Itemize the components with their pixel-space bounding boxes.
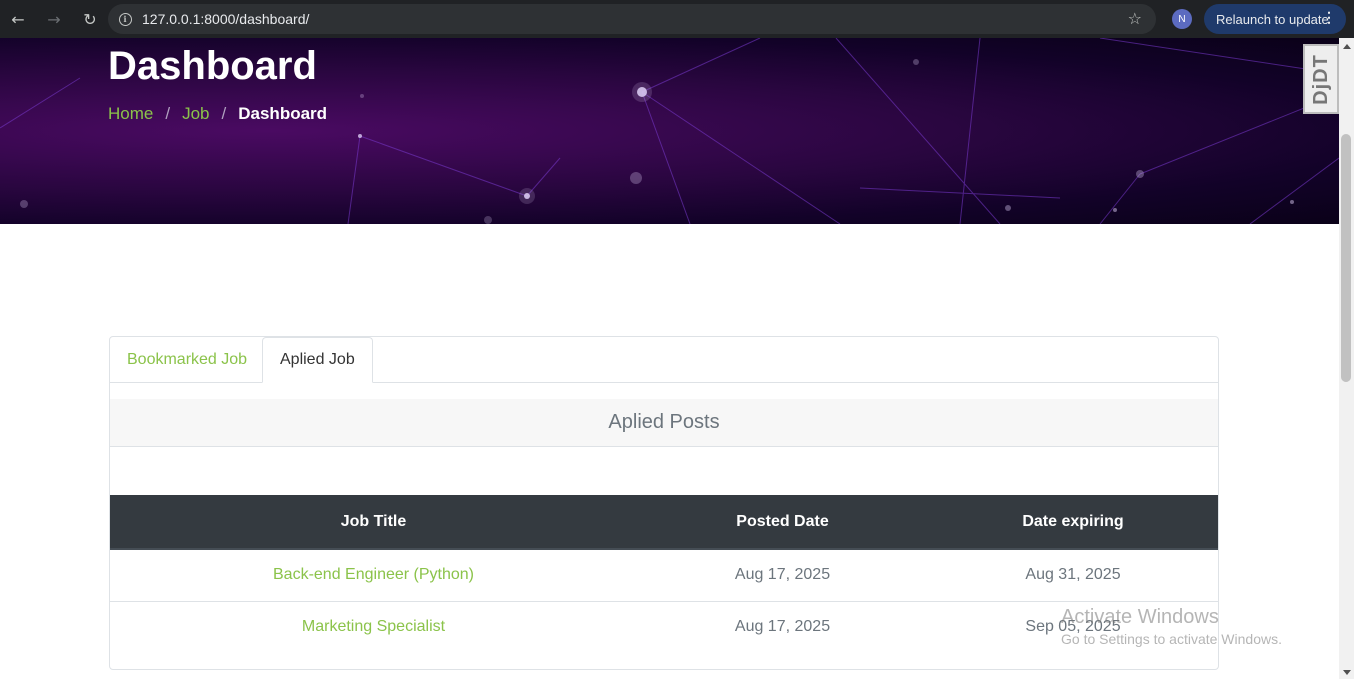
- job-title-link[interactable]: Marketing Specialist: [302, 618, 445, 635]
- windows-activation-watermark: Activate Windows Go to Settings to activ…: [1061, 606, 1282, 647]
- breadcrumb: Home / Job / Dashboard: [108, 104, 327, 124]
- url-text[interactable]: 127.0.0.1:8000/dashboard/: [142, 11, 309, 27]
- relaunch-label: Relaunch to update: [1216, 11, 1329, 27]
- tab-applied-job[interactable]: Aplied Job: [262, 337, 373, 383]
- job-title-cell: Marketing Specialist: [110, 601, 637, 653]
- scrollbar-thumb[interactable]: [1341, 134, 1351, 382]
- table-row: Back-end Engineer (Python) Aug 17, 2025 …: [110, 549, 1218, 602]
- column-header-posted-date: Posted Date: [637, 495, 928, 550]
- section-heading: Aplied Posts: [110, 399, 1218, 447]
- column-header-date-expiring: Date expiring: [928, 495, 1218, 550]
- debug-toolbar-handle[interactable]: DjDT: [1303, 44, 1339, 114]
- table-header-row: Job Title Posted Date Date expiring: [110, 495, 1218, 550]
- posted-date-cell: Aug 17, 2025: [734, 618, 831, 636]
- forward-arrow-icon[interactable]: →: [36, 0, 72, 38]
- breadcrumb-separator: /: [165, 104, 171, 123]
- page-scrollbar[interactable]: [1339, 38, 1354, 679]
- job-title-cell: Back-end Engineer (Python): [110, 549, 637, 602]
- breadcrumb-separator: /: [221, 104, 227, 123]
- watermark-title: Activate Windows: [1061, 606, 1219, 628]
- menu-dots-icon[interactable]: ⋮: [1322, 10, 1336, 24]
- breadcrumb-current: Dashboard: [238, 104, 328, 123]
- back-arrow-icon[interactable]: ←: [0, 0, 36, 38]
- job-tabs: Bookmarked Job Aplied Job: [110, 337, 1218, 383]
- bookmark-star-icon[interactable]: ☆: [1128, 9, 1142, 28]
- expiring-date-cell: Aug 31, 2025: [928, 549, 1218, 602]
- hero-banner: Dashboard Home / Job / Dashboard: [0, 38, 1339, 224]
- debug-toolbar-label: DjDT: [1309, 53, 1332, 105]
- applied-jobs-table: Job Title Posted Date Date expiring Back…: [110, 495, 1218, 653]
- posted-date-cell: Aug 17, 2025: [637, 549, 928, 602]
- reload-icon[interactable]: ↻: [72, 0, 108, 38]
- watermark-subtitle: Go to Settings to activate Windows.: [1061, 631, 1282, 647]
- tab-bookmarked-job[interactable]: Bookmarked Job: [110, 337, 264, 383]
- dashboard-card: Bookmarked Job Aplied Job Aplied Posts J…: [109, 336, 1219, 670]
- table-row: Marketing Specialist Aug 17, 2025 Sep 05…: [110, 601, 1218, 653]
- page-title: Dashboard: [108, 44, 317, 88]
- site-info-icon[interactable]: i: [108, 12, 142, 26]
- column-header-job-title: Job Title: [110, 495, 637, 550]
- address-bar[interactable]: i 127.0.0.1:8000/dashboard/ ☆: [108, 4, 1156, 34]
- profile-avatar[interactable]: N: [1172, 9, 1192, 29]
- scroll-down-icon[interactable]: [1343, 670, 1351, 675]
- scroll-up-icon[interactable]: [1343, 44, 1351, 49]
- browser-toolbar: ← → ↻ i 127.0.0.1:8000/dashboard/ ☆ N Re…: [0, 0, 1354, 38]
- relaunch-button[interactable]: Relaunch to update ⋮: [1204, 4, 1346, 34]
- job-title-link[interactable]: Back-end Engineer (Python): [273, 566, 474, 583]
- breadcrumb-home-link[interactable]: Home: [108, 104, 153, 124]
- breadcrumb-job-link[interactable]: Job: [182, 104, 209, 124]
